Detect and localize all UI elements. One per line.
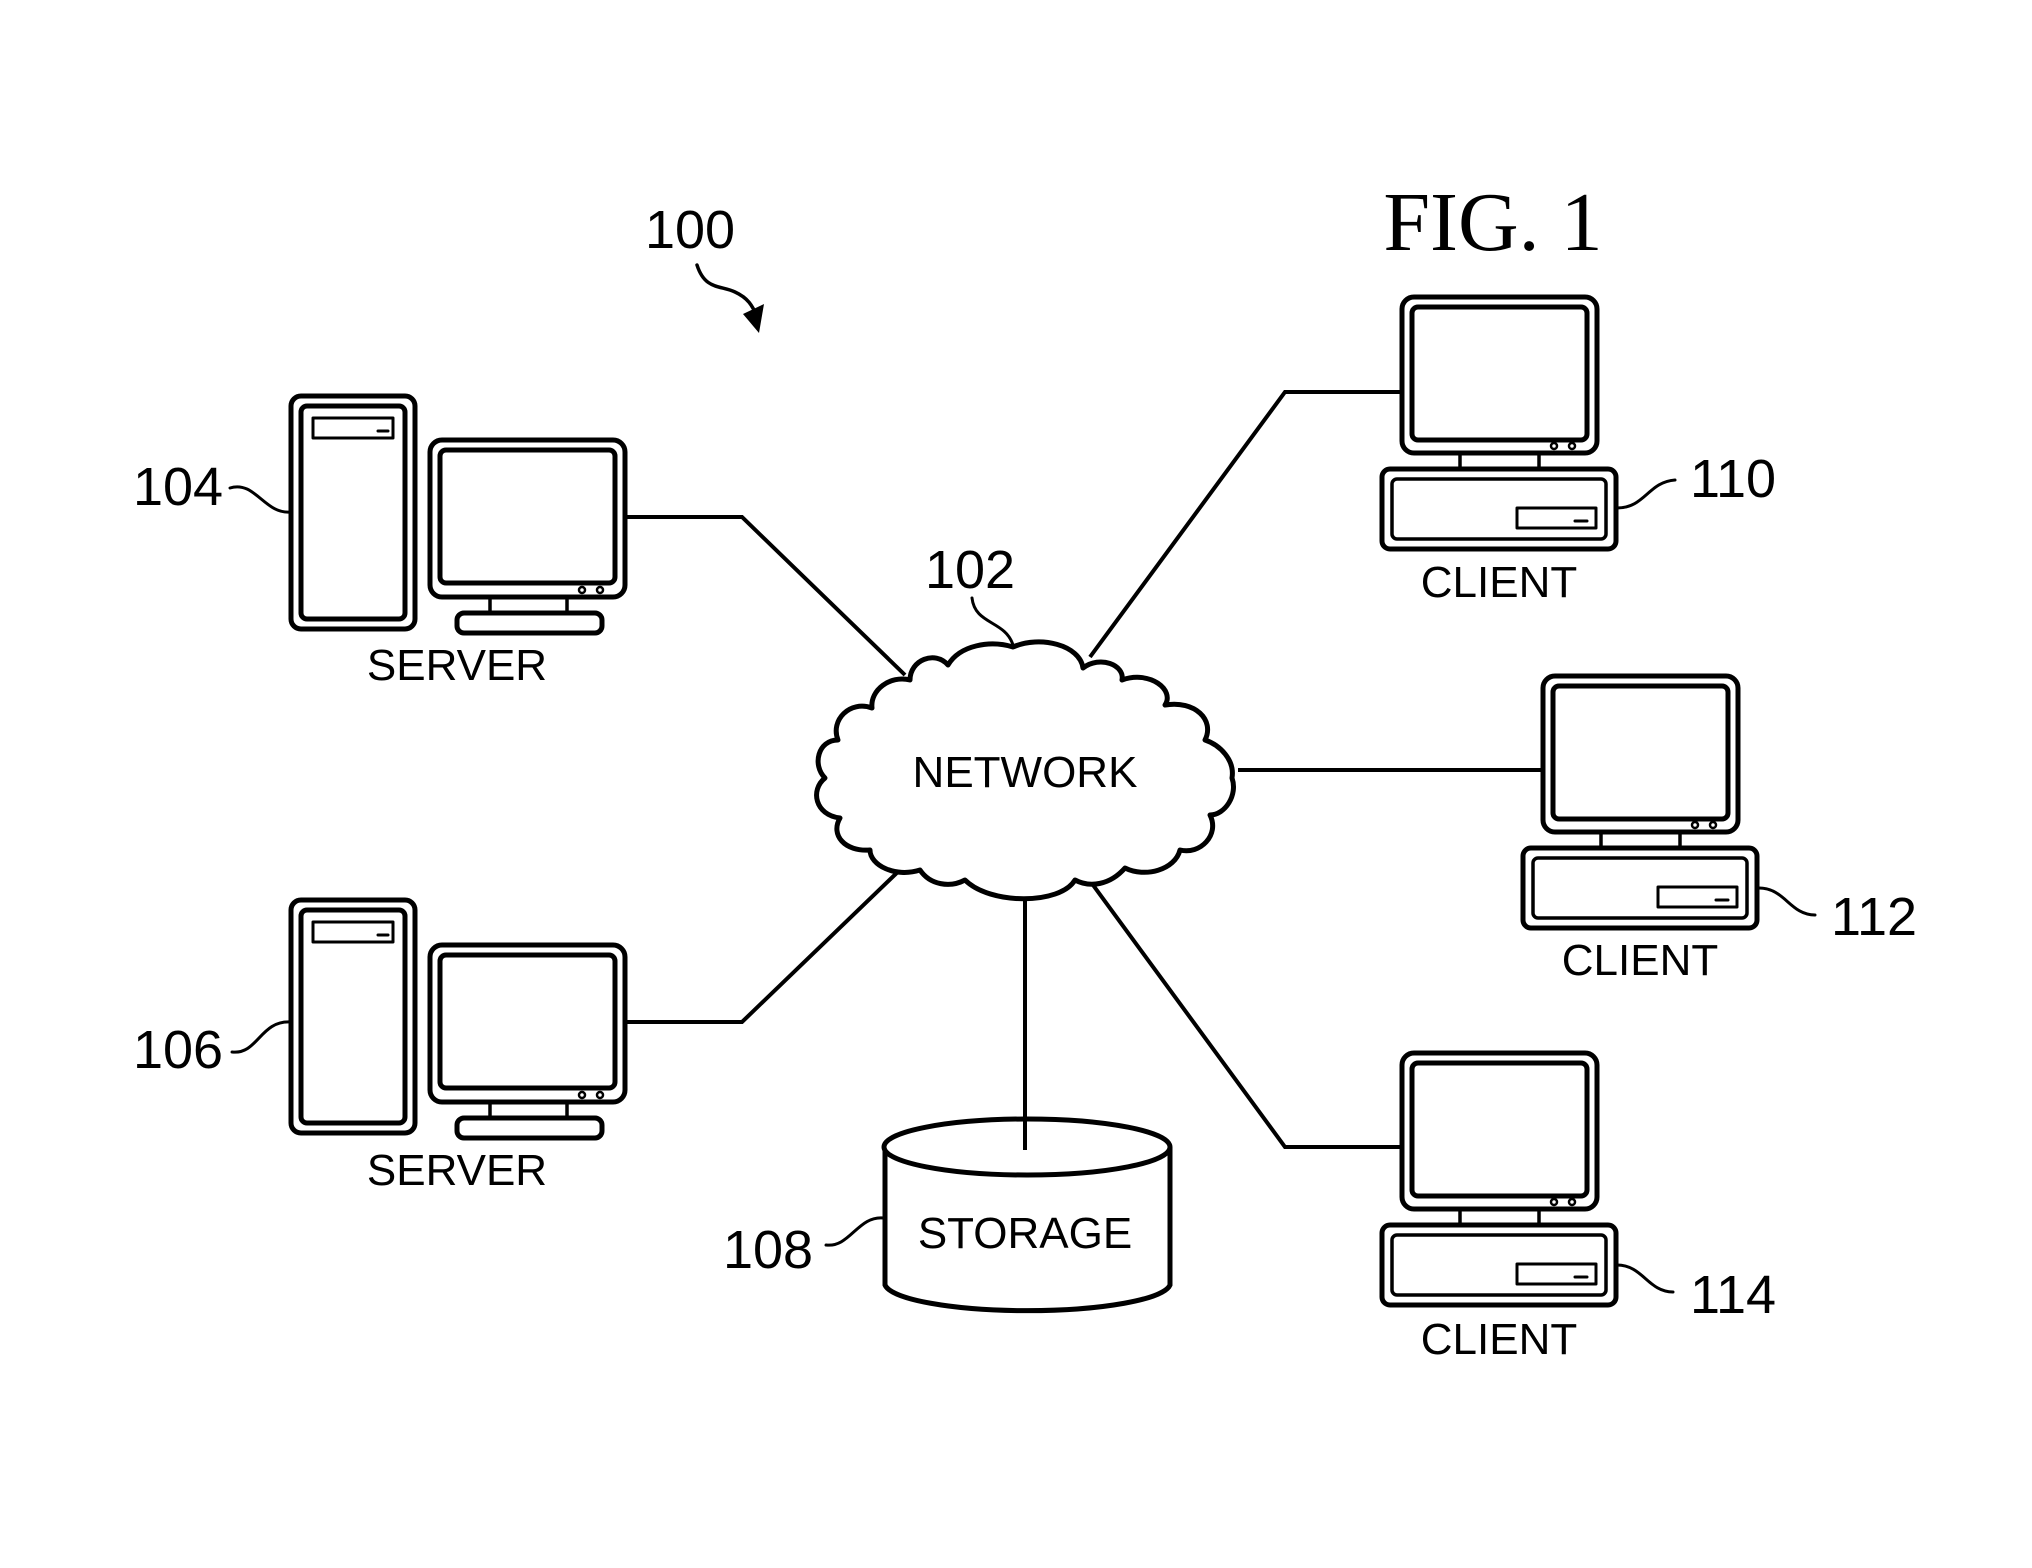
- client-label: CLIENT: [1421, 1315, 1577, 1364]
- storage-108[interactable]: STORAGE: [881, 1116, 1173, 1314]
- client-112-ref-label: 112: [1831, 887, 1917, 947]
- network-diagram: FIG. 1 100 NETWORK 102 SERVER 104 SERVER…: [133, 176, 1917, 1364]
- server-monitor-icon: [430, 440, 625, 633]
- server-106-ref-label: 106: [133, 1020, 223, 1080]
- client-label: CLIENT: [1562, 936, 1718, 985]
- server-106[interactable]: SERVER: [291, 900, 625, 1195]
- client-110-ref-label: 110: [1690, 449, 1776, 509]
- server-104-ref-leader: [228, 485, 293, 514]
- server-label: SERVER: [367, 1146, 547, 1195]
- link-server-104: [625, 515, 907, 677]
- server-104-ref-label: 104: [133, 457, 223, 517]
- server-106-ref-leader: [230, 1020, 293, 1054]
- server-104[interactable]: SERVER: [291, 396, 625, 690]
- link-server-106: [625, 863, 907, 1024]
- client-114-ref-leader: [1615, 1263, 1675, 1294]
- client-112[interactable]: CLIENT: [1523, 676, 1757, 985]
- client-computer-icon: [1523, 676, 1757, 928]
- system-ref-label: 100: [645, 200, 735, 260]
- network-label: NETWORK: [913, 748, 1138, 797]
- link-client-110: [1088, 390, 1405, 659]
- client-computer-icon: [1382, 1053, 1616, 1305]
- client-112-ref-leader: [1757, 886, 1817, 917]
- client-110-ref-leader: [1615, 478, 1677, 510]
- client-110[interactable]: CLIENT: [1382, 297, 1616, 607]
- system-ref-arrow-icon: [695, 263, 764, 333]
- storage-ref-label: 108: [723, 1220, 813, 1280]
- client-label: CLIENT: [1421, 558, 1577, 607]
- figure-title: FIG. 1: [1383, 176, 1602, 269]
- server-tower-icon: [291, 900, 415, 1133]
- client-computer-icon: [1382, 297, 1616, 549]
- server-tower-icon: [291, 396, 415, 629]
- server-monitor-icon: [430, 945, 625, 1138]
- storage-ref-leader: [824, 1216, 886, 1247]
- network-ref-label: 102: [925, 540, 1015, 600]
- server-label: SERVER: [367, 641, 547, 690]
- link-client-114: [1091, 883, 1405, 1149]
- network-ref-leader: [970, 596, 1015, 647]
- client-114[interactable]: CLIENT: [1382, 1053, 1616, 1364]
- client-114-ref-label: 114: [1690, 1265, 1776, 1325]
- storage-label: STORAGE: [918, 1209, 1132, 1258]
